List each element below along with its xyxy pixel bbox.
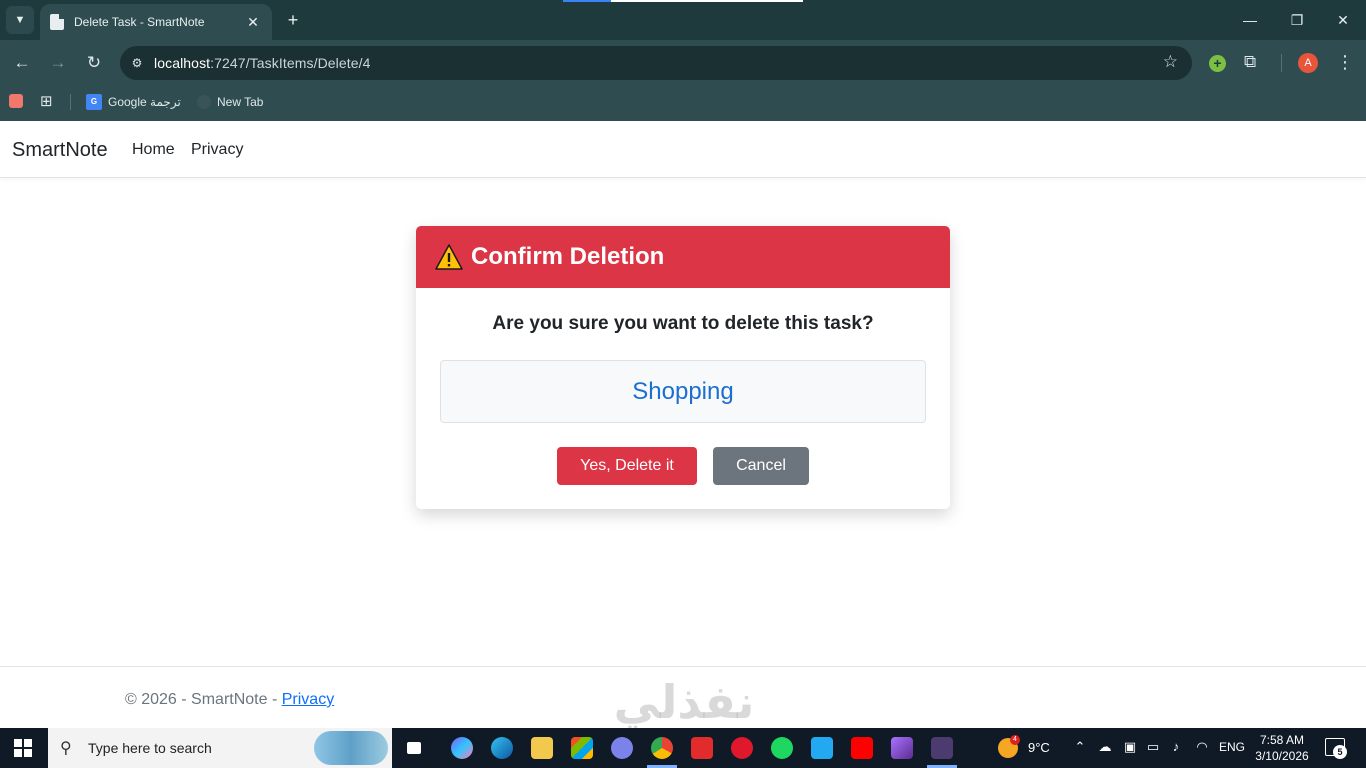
opera-icon[interactable] [731,737,753,759]
profile-avatar[interactable]: A [1298,53,1318,73]
site-info-icon[interactable]: ⚙ [120,56,154,70]
taskbar-search-placeholder: Type here to search [88,740,212,756]
back-button[interactable]: ← [11,52,33,74]
card-header: Confirm Deletion [416,226,950,288]
chrome-icon[interactable] [651,737,673,759]
tab-title: Delete Task - SmartNote [74,15,205,29]
search-highlight-image [314,731,388,765]
task-view-icon[interactable] [405,740,423,756]
windows-taskbar: ⚲ Type here to search 4 9°C ⌃ ☁ ▣ ▭ ♪ ◠ … [0,728,1366,768]
tab-close-icon[interactable]: ✕ [244,14,262,31]
system-clock[interactable]: 7:58 AM 3/10/2026 [1252,732,1312,764]
weather-temperature[interactable]: 9°C [1028,740,1050,755]
browser-tab-strip: ▼ Delete Task - SmartNote ✕ + — ❐ ✕ [0,0,1366,40]
copilot-icon[interactable] [451,737,473,759]
address-bar[interactable]: ⚙ localhost:7247/TaskItems/Delete/4 ☆ [120,46,1192,80]
confirm-delete-card: Confirm Deletion Are you sure you want t… [416,226,950,509]
nav-link-privacy[interactable]: Privacy [191,141,243,159]
watermark: نفذلي [613,675,755,729]
bookmarks-bar: ⊞ G Google ترجمة New Tab [0,86,1366,121]
window-minimize-button[interactable]: — [1240,10,1260,30]
footer-privacy-link[interactable]: Privacy [282,691,334,708]
wifi-icon[interactable]: ◠ [1193,739,1211,755]
vscode-icon[interactable] [811,737,833,759]
chevron-up-icon[interactable]: ⌃ [1071,739,1089,755]
warning-icon [435,244,463,270]
volume-icon[interactable]: ♪ [1167,739,1185,754]
cancel-button[interactable]: Cancel [713,447,809,485]
window-restore-button[interactable]: ❐ [1287,10,1307,30]
site-brand[interactable]: SmartNote [12,139,108,162]
loading-indicator [563,0,803,2]
clock-date: 3/10/2026 [1255,749,1309,763]
toolbar-separator [1281,54,1282,72]
nav-link-home[interactable]: Home [132,141,175,159]
bookmarks-separator [70,94,71,110]
extensions-puzzle-icon[interactable]: ⧉ [1244,52,1256,72]
browser-menu-icon[interactable]: ⋮ [1336,52,1354,73]
browser-toolbar: ← → ↻ ⚙ localhost:7247/TaskItems/Delete/… [0,40,1366,86]
bookmark-google-translate[interactable]: G Google ترجمة [86,92,181,112]
notifications-badge: 5 [1333,745,1347,759]
taskbar-search-box[interactable]: ⚲ Type here to search [48,728,392,768]
visual-studio-icon[interactable] [891,737,913,759]
browser-tab-active[interactable]: Delete Task - SmartNote ✕ [40,4,272,40]
terminal-icon[interactable] [931,737,953,759]
windows-start-icon[interactable] [14,739,32,757]
battery-icon[interactable]: ▭ [1144,739,1162,755]
document-icon [50,14,64,30]
footer-text: © 2026 - SmartNote - Privacy [125,691,335,708]
bookmark-new-tab[interactable]: New Tab [197,92,263,112]
forward-button[interactable]: → [47,52,69,74]
input-language[interactable]: ENG [1219,740,1245,754]
edge-icon[interactable] [491,737,513,759]
new-tab-button[interactable]: + [282,9,304,31]
apps-grid-icon[interactable]: ⊞ [40,92,53,110]
card-title: Confirm Deletion [471,243,665,270]
weather-badge: 4 [1010,735,1020,745]
wps-office-icon[interactable] [691,737,713,759]
microsoft-store-icon[interactable] [571,737,593,759]
bookmark-label: Google ترجمة [108,95,181,109]
window-close-button[interactable]: ✕ [1333,10,1353,30]
extension-add-icon[interactable]: + [1209,55,1226,72]
confirm-delete-button[interactable]: Yes, Delete it [557,447,697,485]
clock-time: 7:58 AM [1259,733,1305,747]
google-translate-icon: G [86,94,102,110]
onedrive-icon[interactable]: ☁ [1096,739,1114,755]
confirm-question: Are you sure you want to delete this tas… [492,313,874,334]
task-preview-box: Shopping [440,360,926,423]
bookmark-app-icon[interactable] [9,94,23,108]
site-navbar: SmartNote Home Privacy [0,121,1366,178]
reload-button[interactable]: ↻ [83,52,105,74]
chevron-down-icon: ▼ [14,14,26,26]
bookmark-label: New Tab [217,95,264,109]
spotify-icon[interactable] [771,737,793,759]
bookmark-star-icon[interactable]: ☆ [1163,52,1178,72]
youtube-icon[interactable] [851,737,873,759]
tab-search-button[interactable]: ▼ [6,6,34,34]
url-text: localhost:7247/TaskItems/Delete/4 [154,55,371,71]
new-tab-icon [197,95,211,109]
teams-icon[interactable] [611,737,633,759]
task-title: Shopping [632,377,734,405]
file-explorer-icon[interactable] [531,737,553,759]
camera-icon[interactable]: ▣ [1121,739,1139,755]
search-icon: ⚲ [60,740,72,757]
